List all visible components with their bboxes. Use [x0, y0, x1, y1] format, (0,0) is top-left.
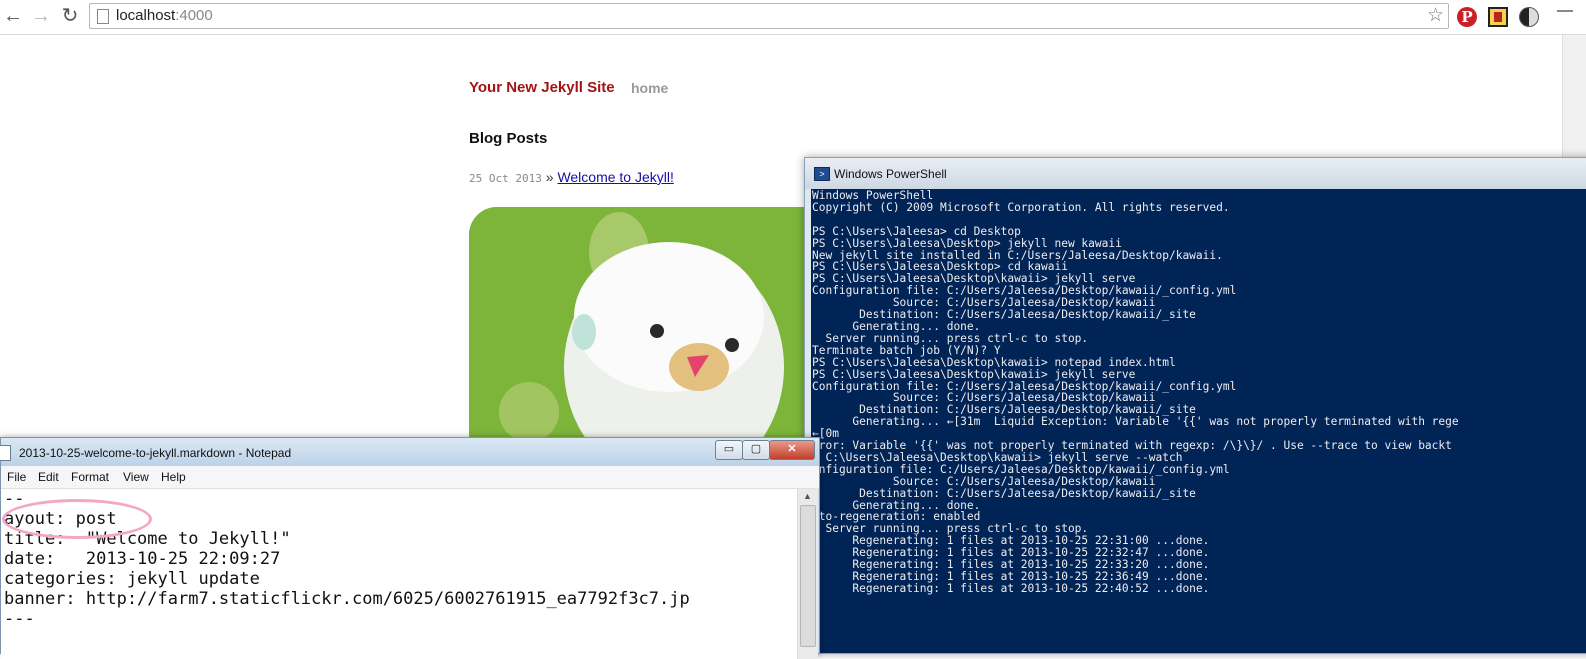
post-list-item: 25 Oct 2013 » Welcome to Jekyll!	[469, 169, 674, 185]
page-icon	[97, 9, 109, 24]
post-date: 25 Oct 2013	[469, 172, 542, 185]
console-line: Destination: C:/Users/Jaleesa/Desktop/ka…	[812, 486, 1196, 500]
reload-icon[interactable]: ↻	[59, 5, 81, 27]
back-arrow-icon[interactable]: ←	[2, 5, 24, 27]
chrome-menu-icon[interactable]	[1557, 10, 1573, 26]
close-button[interactable]: ✕	[769, 440, 815, 460]
maximize-button[interactable]: ▢	[742, 440, 770, 460]
page-scrollbar[interactable]	[1562, 35, 1586, 160]
pinterest-extension-icon[interactable]: P	[1457, 7, 1477, 27]
powershell-title: Windows PowerShell	[834, 167, 947, 181]
console-line: PS C:\Users\Jaleesa\Desktop\kawaii> jeky…	[812, 367, 1136, 381]
powershell-icon: >	[814, 167, 830, 181]
console-line: PS C:\Users\Jaleesa\Desktop\kawaii> note…	[812, 355, 1176, 369]
scroll-up-icon[interactable]: ▲	[803, 491, 812, 501]
notepad-window[interactable]: 2013-10-25-welcome-to-jekyll.markdown - …	[0, 437, 820, 659]
menu-help[interactable]: Help	[161, 470, 186, 484]
url-text[interactable]: localhost:4000	[116, 7, 213, 24]
nav-home-link[interactable]: home	[631, 80, 668, 96]
console-line: onfiguration file: C:/Users/Jaleesa/Desk…	[812, 462, 1230, 476]
notepad-text-line: categories: jekyll update	[4, 569, 260, 589]
menu-edit[interactable]: Edit	[38, 470, 59, 484]
menu-file[interactable]: File	[7, 470, 26, 484]
console-line: Copyright (C) 2009 Microsoft Corporation…	[812, 200, 1230, 214]
console-line: Server running... press ctrl-c to stop.	[812, 331, 1089, 345]
notepad-menubar: File Edit Format View Help	[1, 466, 819, 489]
notepad-titlebar[interactable]: 2013-10-25-welcome-to-jekyll.markdown - …	[0, 438, 819, 466]
minimize-button[interactable]: ▭	[715, 440, 743, 460]
browser-toolbar: ← → ↻ localhost:4000 ☆ P	[0, 0, 1586, 35]
address-bar[interactable]: localhost:4000 ☆	[89, 3, 1449, 29]
console-line: Regenerating: 1 files at 2013-10-25 22:4…	[812, 581, 1210, 595]
contrast-extension-icon[interactable]	[1519, 7, 1539, 27]
post-title-link[interactable]: Welcome to Jekyll!	[557, 169, 673, 185]
site-title-link[interactable]: Your New Jekyll Site	[469, 79, 615, 96]
notepad-text-line: banner: http://farm7.staticflickr.com/60…	[4, 589, 690, 609]
post-separator: »	[545, 169, 554, 185]
notepad-text-line: ---	[4, 609, 35, 629]
console-line: PS C:\Users\Jaleesa\Desktop> jekyll new …	[812, 236, 1122, 250]
notepad-title: 2013-10-25-welcome-to-jekyll.markdown - …	[19, 446, 292, 460]
powershell-console[interactable]: Windows PowerShell Copyright (C) 2009 Mic…	[811, 189, 1586, 653]
menu-view[interactable]: View	[123, 470, 149, 484]
forward-arrow-icon[interactable]: →	[30, 5, 52, 27]
notepad-text-line: date: 2013-10-25 22:09:27	[4, 549, 281, 569]
annotation-circle	[2, 499, 152, 539]
extension-icon[interactable]	[1488, 7, 1508, 27]
console-line: Terminate batch job (Y/N)? Y	[812, 343, 1001, 357]
scroll-thumb[interactable]	[800, 505, 816, 647]
notepad-scrollbar[interactable]: ▲	[797, 489, 818, 659]
banner-image	[469, 207, 814, 447]
bookmark-star-icon[interactable]: ☆	[1427, 4, 1444, 27]
menu-format[interactable]: Format	[71, 470, 109, 484]
blog-posts-heading: Blog Posts	[469, 130, 548, 147]
powershell-window[interactable]: > Windows PowerShell Windows PowerShell C…	[804, 157, 1586, 654]
console-line: PS C:\Users\Jaleesa> cd Desktop	[812, 224, 1021, 238]
console-line: Generating... ←[31m Liquid Exception: Va…	[812, 415, 1459, 429]
powershell-titlebar[interactable]: > Windows PowerShell	[805, 158, 1586, 189]
console-line: Source: C:/Users/Jaleesa/Desktop/kawaii	[812, 474, 1156, 488]
notepad-icon	[0, 445, 11, 461]
